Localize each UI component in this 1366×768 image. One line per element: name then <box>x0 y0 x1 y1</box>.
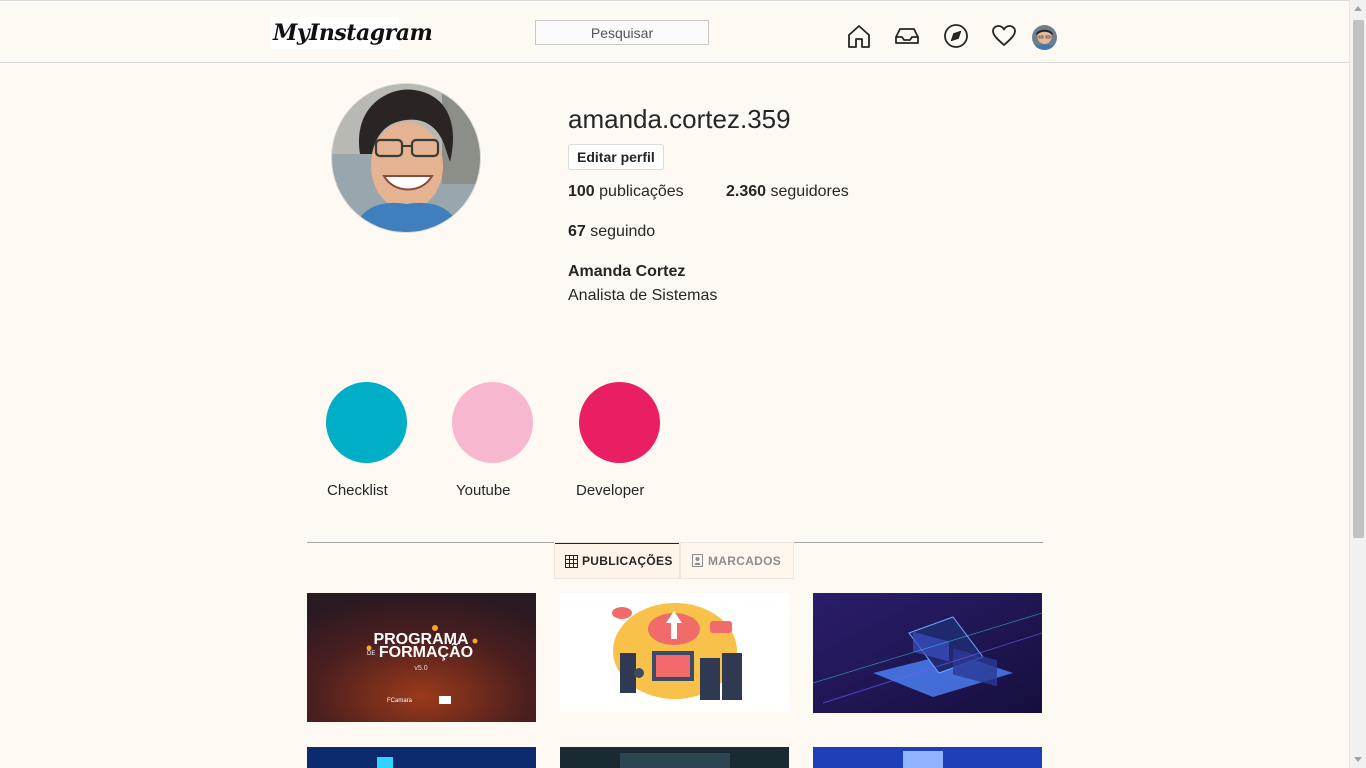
search-input[interactable] <box>535 20 709 45</box>
grid-icon <box>565 554 578 568</box>
tab-label: MARCADOS <box>708 553 782 568</box>
following-stat[interactable]: 67 seguindo <box>568 223 655 241</box>
highlight-cover <box>326 382 407 463</box>
highlight-label: Checklist <box>327 482 388 499</box>
posts-count: 100 <box>568 183 595 200</box>
highlight-label: Youtube <box>456 482 511 499</box>
edit-profile-button[interactable]: Editar perfil <box>568 144 664 170</box>
post-row2-col3[interactable] <box>813 747 1042 768</box>
tab-label: PUBLICAÇÕES <box>582 554 673 568</box>
inbox-icon[interactable] <box>894 23 920 49</box>
profile-username: amanda.cortez.359 <box>568 104 791 134</box>
highlight-cover <box>579 382 660 463</box>
scrollbar-thumb[interactable] <box>1353 20 1364 538</box>
nav-avatar[interactable] <box>1032 25 1057 50</box>
followers-label: seguidores <box>770 183 849 200</box>
tag-user-icon <box>692 554 703 567</box>
home-icon[interactable] <box>846 23 872 49</box>
page-scrollbar[interactable] <box>1349 0 1366 768</box>
post-brand: FCamara <box>387 698 413 704</box>
highlight-youtube[interactable]: Youtube <box>452 382 534 499</box>
highlight-developer[interactable]: Developer <box>576 382 661 499</box>
post-row2-col1[interactable] <box>307 747 536 768</box>
post-programa-formacao[interactable]: PROGRAMA DE FORMAÇÃO v5.0 FCamara <box>307 593 536 722</box>
profile-bio: Analista de Sistemas <box>568 287 718 304</box>
highlight-label: Developer <box>576 482 645 499</box>
profile-full-name: Amanda Cortez <box>568 263 686 280</box>
app-logo[interactable]: MyInstagram <box>271 17 433 49</box>
posts-stat: 100 publicações <box>568 183 684 201</box>
post-laptop-code[interactable] <box>813 593 1042 713</box>
post-row2-col2[interactable] <box>560 747 789 768</box>
highlight-cover <box>452 382 533 463</box>
post-cloud-illustration[interactable] <box>560 593 789 712</box>
following-count: 67 <box>568 223 586 240</box>
post-title-line3: FORMAÇÃO <box>379 641 473 661</box>
following-label: seguindo <box>590 223 656 240</box>
tab-tagged[interactable]: MARCADOS <box>681 543 793 578</box>
profile-picture[interactable] <box>331 83 481 233</box>
scroll-down-arrow[interactable] <box>1354 757 1362 762</box>
explore-icon[interactable] <box>943 23 969 49</box>
scroll-up-arrow[interactable] <box>1354 6 1362 11</box>
tab-publications[interactable]: PUBLICAÇÕES <box>555 543 679 578</box>
heart-icon[interactable] <box>991 23 1017 49</box>
posts-label: publicações <box>599 183 684 200</box>
post-title-line2: DE <box>367 651 375 657</box>
post-version: v5.0 <box>414 665 427 672</box>
highlight-checklist[interactable]: Checklist <box>326 382 408 499</box>
top-navigation-bar: MyInstagram <box>0 0 1349 63</box>
followers-stat[interactable]: 2.360 seguidores <box>726 183 849 201</box>
followers-count: 2.360 <box>726 183 767 200</box>
